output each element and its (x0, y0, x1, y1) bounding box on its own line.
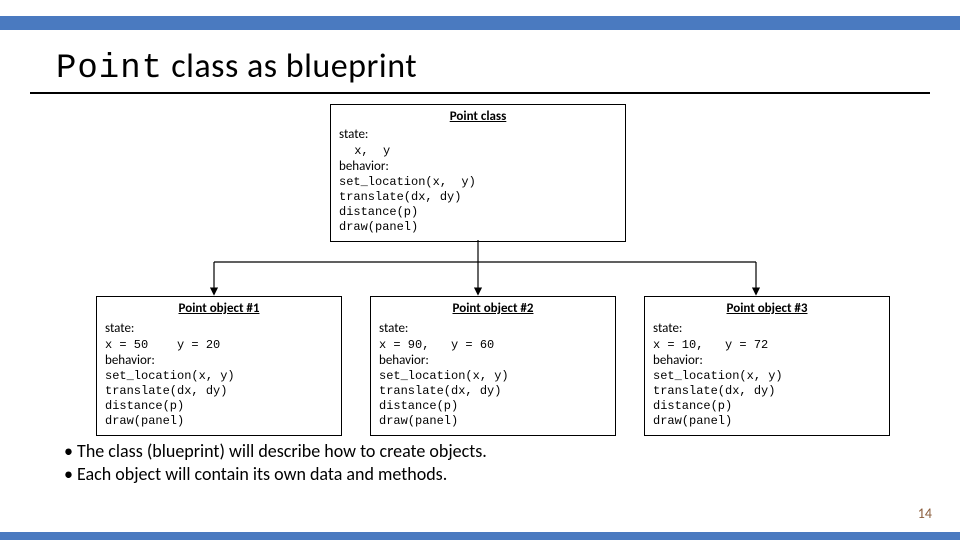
object-box-1: Point object #1 state: x = 50 y = 20 beh… (96, 296, 342, 436)
bullet-2: Each object will contain its own data an… (64, 463, 487, 486)
summary-bullets: The class (blueprint) will describe how … (64, 440, 487, 487)
behavior-label: behavior: (653, 353, 881, 369)
object-title: Point object #2 (379, 301, 607, 317)
class-box-title: Point class (339, 109, 617, 125)
state-values: x = 50 y = 20 (105, 338, 333, 353)
page-number: 14 (918, 505, 932, 522)
behavior-list: set_location(x, y) translate(dx, dy) dis… (105, 369, 333, 429)
title-code: Point (56, 50, 163, 88)
object-row: Point object #1 state: x = 50 y = 20 beh… (96, 296, 900, 436)
state-vars: x, y (347, 144, 617, 159)
behavior-list: set_location(x, y) translate(dx, dy) dis… (339, 175, 617, 235)
slide-title: Point class as blueprint (56, 46, 417, 88)
title-rest: class as blueprint (163, 46, 417, 87)
object-box-2: Point object #2 state: x = 90, y = 60 be… (370, 296, 616, 436)
behavior-label: behavior: (379, 353, 607, 369)
object-title: Point object #3 (653, 301, 881, 317)
state-values: x = 10, y = 72 (653, 338, 881, 353)
behavior-list: set_location(x, y) translate(dx, dy) dis… (379, 369, 607, 429)
class-blueprint-box: Point class state: x, y behavior: set_lo… (330, 104, 626, 242)
header-accent-bar (0, 16, 960, 30)
bullet-1: The class (blueprint) will describe how … (64, 440, 487, 463)
behavior-label: behavior: (105, 353, 333, 369)
state-label: state: (379, 321, 607, 337)
state-values: x = 90, y = 60 (379, 338, 607, 353)
state-label: state: (653, 321, 881, 337)
inheritance-arrows (0, 240, 960, 300)
behavior-label: behavior: (339, 159, 617, 175)
object-title: Point object #1 (105, 301, 333, 317)
state-label: state: (105, 321, 333, 337)
footer-accent-bar (0, 532, 960, 540)
object-box-3: Point object #3 state: x = 10, y = 72 be… (644, 296, 890, 436)
state-label: state: (339, 127, 617, 143)
behavior-list: set_location(x, y) translate(dx, dy) dis… (653, 369, 881, 429)
title-underline (30, 92, 930, 94)
